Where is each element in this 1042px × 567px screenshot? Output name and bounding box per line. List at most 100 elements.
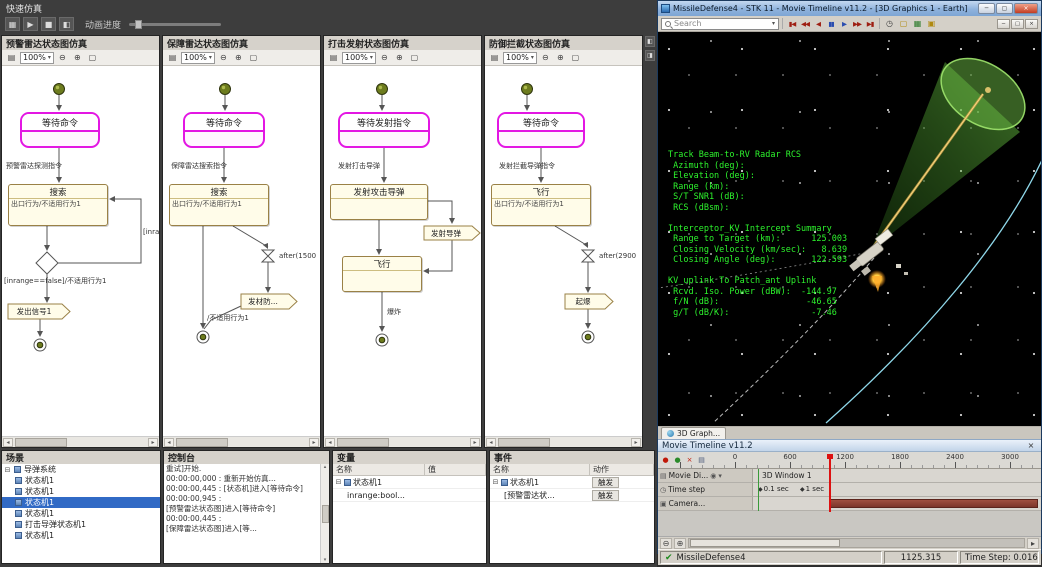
scroll-left-icon[interactable]: ◂ — [486, 438, 496, 447]
step-back-button[interactable]: ◀ — [812, 18, 824, 30]
list-icon[interactable]: ▤ — [488, 51, 501, 64]
diagram-canvas[interactable]: 等待发射指令 发射打击导弹 发射攻击导弹 发射导弹 飞行 爆炸 — [324, 66, 481, 436]
zoom-select[interactable]: 100%▾ — [20, 52, 54, 64]
scenario-icon[interactable]: ▣ — [925, 18, 938, 30]
diagram-canvas[interactable]: 等待命令 预警雷达探测指令 搜索 出口行为/不适用行为1 [inrange==f… — [2, 66, 159, 436]
scroll-thumb[interactable] — [690, 539, 840, 547]
mdi-close-button[interactable]: × — [1025, 19, 1038, 29]
state-wait-command[interactable]: 等待命令 — [497, 112, 585, 148]
row-label-movie[interactable]: ▤ Movie Di... ◉ ▾ — [658, 469, 753, 482]
canvas-hscrollbar[interactable]: ◂ ▸ — [324, 436, 481, 447]
scroll-track[interactable] — [497, 438, 630, 447]
scroll-track[interactable] — [336, 438, 469, 447]
expand-icon[interactable]: ⊟ — [4, 466, 11, 474]
trigger-event-button[interactable]: 触发 — [592, 490, 619, 501]
timeline-hscrollbar[interactable] — [688, 538, 1025, 548]
layout-icon[interactable]: ◧ — [59, 17, 74, 31]
maximize-button[interactable]: ▢ — [996, 3, 1013, 14]
events-table[interactable]: 名称 动作 ⊟状态机1 触发 [预警雷达状... 触发 — [490, 464, 654, 563]
console-vscrollbar[interactable]: ▴ ▾ — [320, 464, 329, 563]
scroll-down-icon[interactable]: ▾ — [324, 557, 327, 563]
trigger-event-button[interactable]: 触发 — [592, 477, 619, 488]
scroll-right-icon[interactable]: ▸ — [309, 438, 319, 447]
pause-button[interactable]: ▮▮ — [825, 18, 837, 30]
stk-titlebar[interactable]: MissileDefense4 - STK 11 - Movie Timelin… — [658, 1, 1041, 16]
fit-icon[interactable]: ▢ — [408, 51, 421, 64]
tab-3d-graphics[interactable]: 3D Graph... — [661, 427, 726, 439]
camera-track-bar[interactable] — [829, 499, 1038, 508]
run-icon[interactable]: ▶ — [23, 17, 38, 31]
scroll-right-icon[interactable]: ▸ — [470, 438, 480, 447]
film-icon[interactable]: ▤ — [696, 454, 707, 465]
scroll-thumb[interactable] — [322, 505, 329, 523]
canvas-hscrollbar[interactable]: ◂ ▸ — [2, 436, 159, 447]
console-log[interactable]: 重试]开始. 00:00:00,000 : 重新开始仿真... 00:00:00… — [164, 464, 329, 563]
rewind-button[interactable]: ◀◀ — [799, 18, 811, 30]
movie-timeline-header[interactable]: Movie Timeline v11.2 × — [658, 439, 1041, 452]
fit-icon[interactable]: ▢ — [86, 51, 99, 64]
canvas-hscrollbar[interactable]: ◂ ▸ — [163, 436, 320, 447]
state-flight[interactable]: 飞行 出口行为/不适用行为1 — [491, 184, 591, 226]
eye-icon[interactable]: ◉ — [710, 472, 716, 480]
state-wait-command[interactable]: 等待命令 — [20, 112, 100, 148]
send-signal-action[interactable]: 发射导弹 — [424, 226, 474, 240]
zoom-select[interactable]: 100%▾ — [181, 52, 215, 64]
zoom-out-icon[interactable]: ⊖ — [660, 538, 672, 549]
row-label-timestep[interactable]: ◷ Time step — [658, 483, 753, 496]
row-label-camera[interactable]: ▣ Camera... — [658, 497, 753, 510]
skip-to-end-button[interactable]: ▶▮ — [864, 18, 876, 30]
expand-icon[interactable]: ⊟ — [492, 478, 499, 486]
scroll-right-icon[interactable]: ▸ — [148, 438, 158, 447]
minimize-button[interactable]: ─ — [978, 3, 995, 14]
marker-icon[interactable]: ● — [672, 454, 683, 465]
monitor-icon[interactable]: ▦ — [5, 17, 20, 31]
variable-row[interactable]: ⊟状态机1 — [333, 476, 486, 489]
timestep-marker[interactable]: ◆ 0.1 sec — [758, 485, 789, 493]
tree-node-statemachine[interactable]: 状态机1 — [2, 475, 160, 486]
zoom-in-icon[interactable]: ⊕ — [554, 51, 567, 64]
scroll-thumb[interactable] — [15, 438, 67, 447]
graph-icon[interactable]: ▦ — [911, 18, 924, 30]
fit-icon[interactable]: ▢ — [569, 51, 582, 64]
time-options-icon[interactable]: ◷ — [883, 18, 896, 30]
event-row[interactable]: [预警雷达状... 触发 — [490, 489, 654, 502]
tree-node-statemachine[interactable]: 状态机1 — [2, 508, 160, 519]
expand-panel-icon[interactable]: ◨ — [645, 50, 655, 61]
diagram-canvas[interactable]: 等待命令 保障雷达搜索指令 搜索 出口行为/不适用行为1 after(1500 … — [163, 66, 320, 436]
delete-icon[interactable]: × — [684, 454, 695, 465]
reset-to-start-button[interactable]: ▮◀ — [786, 18, 798, 30]
timeline-row-camera[interactable]: ▣ Camera... — [658, 497, 1041, 511]
scene-tree[interactable]: ⊟ 导弹系统 状态机1 状态机1 状态机1 状态机1 打击导弹状态机1 状态机1 — [2, 464, 160, 563]
state-wait-command[interactable]: 等待命令 — [183, 112, 265, 148]
list-icon[interactable]: ▤ — [5, 51, 18, 64]
scroll-left-icon[interactable]: ◂ — [325, 438, 335, 447]
tree-node-root[interactable]: ⊟ 导弹系统 — [2, 464, 160, 475]
tree-node-statemachine-selected[interactable]: 状态机1 — [2, 497, 160, 508]
scroll-right-icon[interactable]: ▸ — [631, 438, 641, 447]
stop-icon[interactable]: ■ — [41, 17, 56, 31]
collapse-panel-icon[interactable]: ◧ — [645, 36, 655, 47]
close-icon[interactable]: × — [1025, 441, 1037, 450]
state-wait-launch-command[interactable]: 等待发射指令 — [338, 112, 430, 148]
search-input[interactable]: Search ▾ — [661, 18, 779, 30]
expand-icon[interactable]: ⊟ — [335, 478, 342, 486]
state-search[interactable]: 搜索 出口行为/不适用行为1 — [169, 184, 269, 226]
send-signal-action[interactable]: 发出信号1 — [8, 304, 66, 319]
canvas-hscrollbar[interactable]: ◂ ▸ — [485, 436, 642, 447]
animation-progress-slider[interactable] — [129, 23, 221, 26]
scroll-thumb[interactable] — [337, 438, 389, 447]
send-signal-action[interactable]: 发材防... — [241, 294, 291, 309]
zoom-in-icon[interactable]: ⊕ — [674, 538, 686, 549]
mdi-minimize-button[interactable]: ─ — [997, 19, 1010, 29]
event-row[interactable]: ⊟状态机1 触发 — [490, 476, 654, 489]
tree-node-strike-statemachine[interactable]: 打击导弹状态机1 — [2, 519, 160, 530]
scroll-track[interactable] — [14, 438, 147, 447]
scroll-thumb[interactable] — [176, 438, 228, 447]
scroll-up-icon[interactable]: ▴ — [324, 464, 327, 470]
scroll-track[interactable] — [175, 438, 308, 447]
mdi-restore-button[interactable]: ▢ — [1011, 19, 1024, 29]
globe-icon[interactable]: ▢ — [897, 18, 910, 30]
state-flight[interactable]: 飞行 — [342, 256, 422, 292]
timeline-row-timestep[interactable]: ◷ Time step ◆ 0.1 sec ◆ 1 sec — [658, 483, 1041, 497]
list-icon[interactable]: ▤ — [327, 51, 340, 64]
